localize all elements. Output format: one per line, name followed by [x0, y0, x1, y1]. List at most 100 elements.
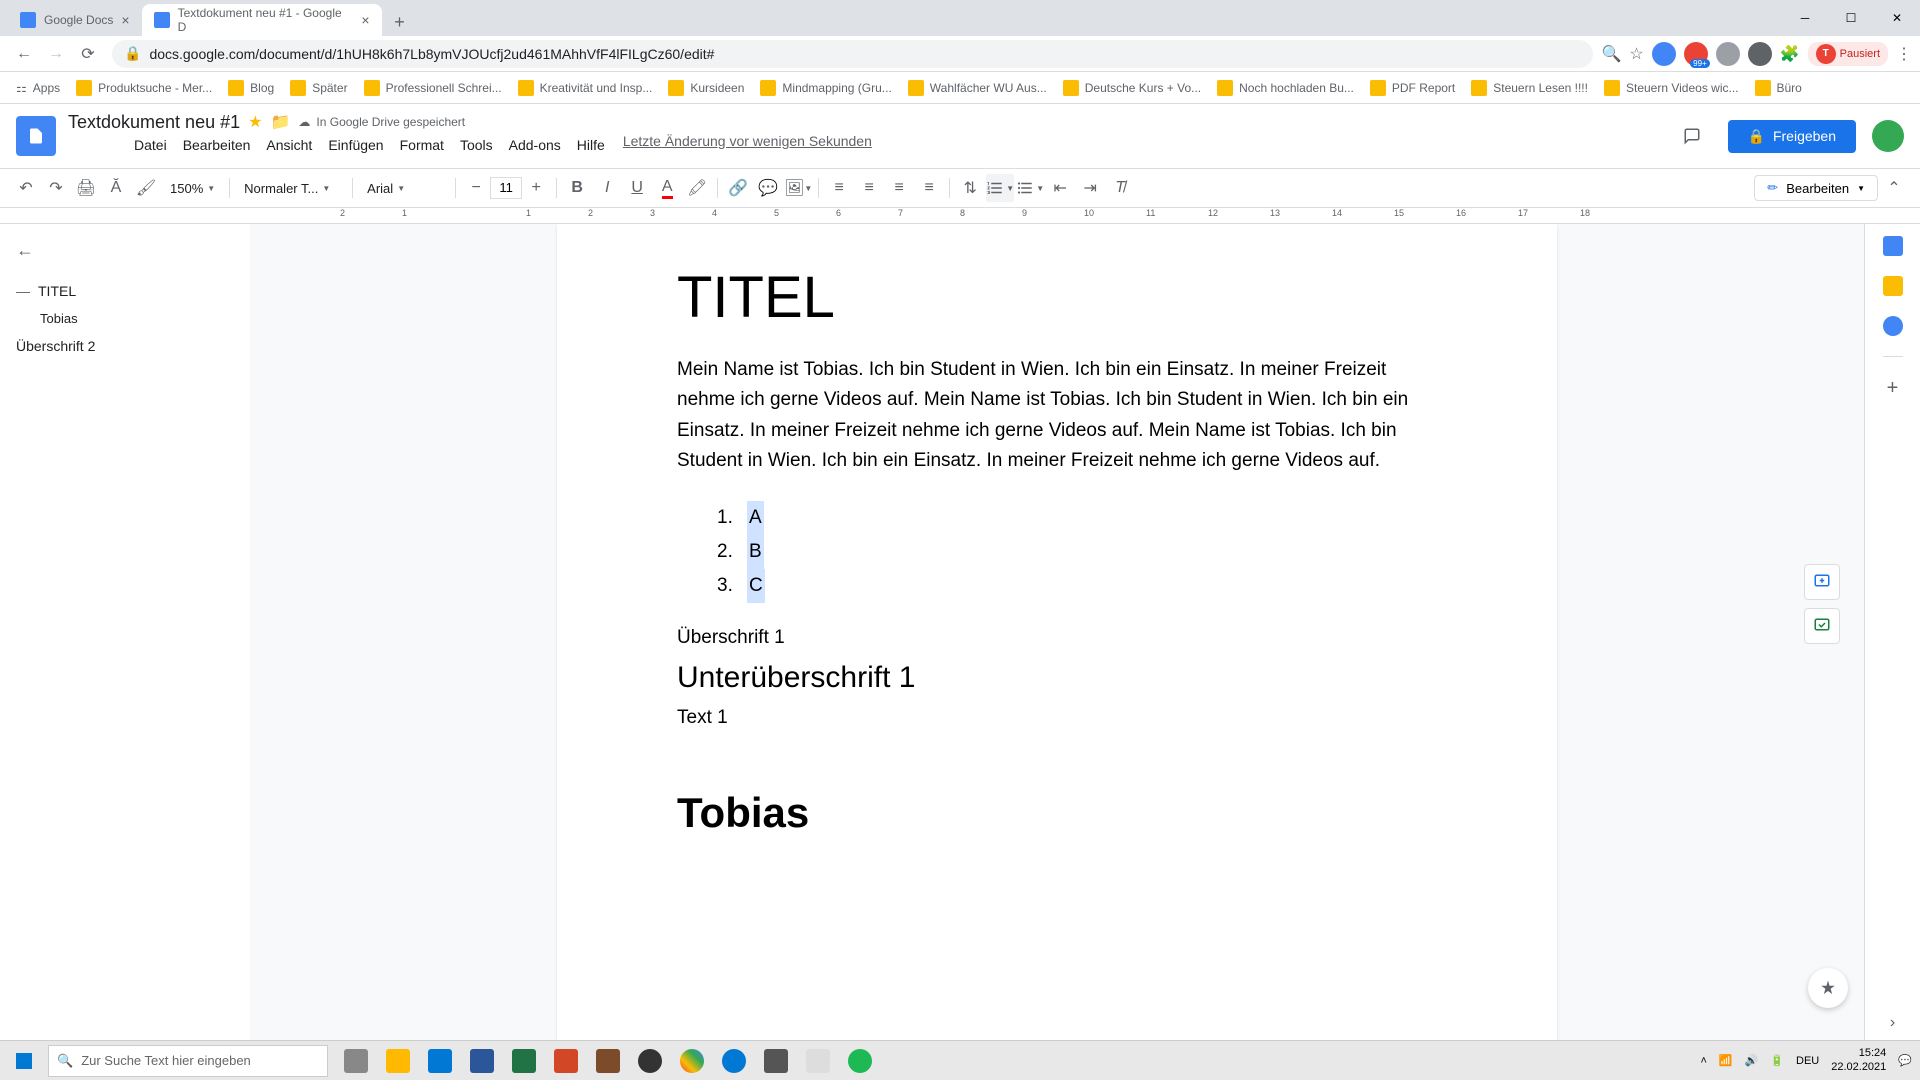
document-title[interactable]: Textdokument neu #1 — [68, 112, 240, 133]
indent-decrease-button[interactable]: ⇤ — [1046, 174, 1074, 202]
word-icon[interactable] — [462, 1041, 502, 1081]
font-select[interactable]: Arial▼ — [359, 181, 449, 196]
numbered-list[interactable]: 1.A 2.B 3.C — [717, 501, 1437, 604]
bold-button[interactable]: B — [563, 174, 591, 202]
apps-button[interactable]: ⚏Apps — [8, 77, 68, 99]
font-size-decrease[interactable]: − — [462, 174, 490, 202]
bookmark-item[interactable]: Steuern Lesen !!!! — [1463, 76, 1596, 100]
chrome-icon[interactable] — [672, 1041, 712, 1081]
close-icon[interactable]: × — [121, 12, 129, 28]
print-button[interactable]: 🖨 — [72, 174, 100, 202]
add-addon-button[interactable]: + — [1887, 377, 1899, 400]
comments-button[interactable] — [1672, 116, 1712, 156]
tray-expand-icon[interactable]: ˄ — [1700, 1055, 1706, 1067]
menu-bearbeiten[interactable]: Bearbeiten — [177, 133, 257, 157]
spellcheck-button[interactable]: Ă — [102, 174, 130, 202]
ruler[interactable]: 21123456789101112131415161718 — [0, 208, 1920, 224]
line-spacing-button[interactable]: ⇅ — [956, 174, 984, 202]
bookmark-item[interactable]: Kursideen — [660, 76, 752, 100]
document-title-h1[interactable]: TITEL — [677, 264, 1437, 331]
bookmark-item[interactable]: Noch hochladen Bu... — [1209, 76, 1362, 100]
bulleted-list-button[interactable]: ▼ — [1016, 174, 1044, 202]
clock[interactable]: 15:24 22.02.2021 — [1831, 1047, 1886, 1073]
menu-addons[interactable]: Add-ons — [503, 133, 567, 157]
font-size-increase[interactable]: + — [522, 174, 550, 202]
powerpoint-icon[interactable] — [546, 1041, 586, 1081]
calendar-icon[interactable] — [1883, 236, 1903, 256]
bookmark-item[interactable]: Mindmapping (Gru... — [752, 76, 899, 100]
profile-paused-badge[interactable]: T Pausiert — [1808, 42, 1888, 66]
menu-tools[interactable]: Tools — [454, 133, 499, 157]
zoom-select[interactable]: 150%▼ — [162, 181, 223, 196]
app-icon[interactable] — [756, 1041, 796, 1081]
share-button[interactable]: 🔒 Freigeben — [1728, 120, 1856, 153]
bookmark-item[interactable]: Steuern Videos wic... — [1596, 76, 1747, 100]
explorer-icon[interactable] — [378, 1041, 418, 1081]
outline-item[interactable]: —TITEL — [16, 277, 234, 305]
spotify-icon[interactable] — [840, 1041, 880, 1081]
menu-hilfe[interactable]: Hilfe — [571, 133, 611, 157]
image-button[interactable]: 🖼▼ — [784, 174, 812, 202]
align-center-button[interactable]: ≡ — [855, 174, 883, 202]
bookmark-item[interactable]: Kreativität und Insp... — [510, 76, 661, 100]
menu-datei[interactable]: Datei — [128, 133, 173, 157]
notepad-icon[interactable] — [798, 1041, 838, 1081]
bookmark-item[interactable]: Wahlfächer WU Aus... — [900, 76, 1055, 100]
bookmark-item[interactable]: Deutsche Kurs + Vo... — [1055, 76, 1209, 100]
highlight-button[interactable]: 🖍 — [683, 174, 711, 202]
document-paragraph[interactable]: Mein Name ist Tobias. Ich bin Student in… — [677, 355, 1437, 477]
paint-format-button[interactable]: 🖌 — [132, 174, 160, 202]
outline-item[interactable]: Tobias — [16, 305, 234, 332]
browser-tab[interactable]: Textdokument neu #1 - Google D × — [142, 4, 382, 36]
align-justify-button[interactable]: ≡ — [915, 174, 943, 202]
document-canvas[interactable]: TITEL Mein Name ist Tobias. Ich bin Stud… — [250, 224, 1864, 1044]
back-button[interactable]: ← — [8, 38, 40, 70]
bookmark-item[interactable]: Später — [282, 76, 355, 100]
keep-icon[interactable] — [1883, 276, 1903, 296]
forward-button[interactable]: → — [40, 38, 72, 70]
battery-icon[interactable]: 🔋 — [1770, 1054, 1784, 1067]
font-size-input[interactable]: 11 — [490, 177, 522, 199]
close-window-button[interactable]: ✕ — [1874, 0, 1920, 36]
extension-icon[interactable] — [1652, 42, 1676, 66]
bookmark-item[interactable]: PDF Report — [1362, 76, 1463, 100]
add-comment-button[interactable] — [1804, 564, 1840, 600]
explore-button[interactable] — [1808, 968, 1848, 1008]
align-left-button[interactable]: ≡ — [825, 174, 853, 202]
extensions-icon[interactable]: 🧩 — [1780, 44, 1800, 64]
bookmark-item[interactable]: Produktsuche - Mer... — [68, 76, 220, 100]
style-select[interactable]: Normaler T...▼ — [236, 181, 346, 196]
clear-format-button[interactable]: T̸ — [1106, 174, 1134, 202]
edge-icon[interactable] — [714, 1041, 754, 1081]
app-icon[interactable] — [630, 1041, 670, 1081]
undo-button[interactable]: ↶ — [12, 174, 40, 202]
close-icon[interactable]: × — [361, 12, 369, 28]
volume-icon[interactable]: 🔊 — [1745, 1054, 1759, 1067]
document-h1[interactable]: Tobias — [677, 789, 1437, 837]
user-avatar[interactable] — [1872, 120, 1904, 152]
app-icon[interactable] — [588, 1041, 628, 1081]
zoom-icon[interactable]: 🔍 — [1601, 44, 1621, 64]
collapse-toolbar-button[interactable]: ⌃ — [1880, 174, 1908, 202]
edge-icon[interactable] — [420, 1041, 460, 1081]
outline-back-button[interactable]: ← — [16, 240, 234, 261]
extension-icon[interactable] — [1716, 42, 1740, 66]
italic-button[interactable]: I — [593, 174, 621, 202]
menu-ansicht[interactable]: Ansicht — [260, 133, 318, 157]
indent-increase-button[interactable]: ⇥ — [1076, 174, 1104, 202]
maximize-button[interactable]: ☐ — [1828, 0, 1874, 36]
menu-format[interactable]: Format — [394, 133, 450, 157]
start-button[interactable] — [0, 1041, 48, 1081]
redo-button[interactable]: ↷ — [42, 174, 70, 202]
language-indicator[interactable]: DEU — [1796, 1055, 1819, 1067]
extension-icon[interactable] — [1748, 42, 1772, 66]
url-input[interactable]: 🔒 docs.google.com/document/d/1hUH8k6h7Lb… — [112, 40, 1593, 68]
tasks-icon[interactable] — [1883, 316, 1903, 336]
reload-button[interactable]: ⟳ — [72, 38, 104, 70]
task-view-button[interactable] — [336, 1041, 376, 1081]
move-icon[interactable]: 📁 — [270, 112, 290, 132]
excel-icon[interactable] — [504, 1041, 544, 1081]
star-icon[interactable]: ☆ — [1629, 44, 1643, 64]
text-color-button[interactable]: A — [653, 174, 681, 202]
menu-icon[interactable]: ⋮ — [1896, 44, 1912, 64]
